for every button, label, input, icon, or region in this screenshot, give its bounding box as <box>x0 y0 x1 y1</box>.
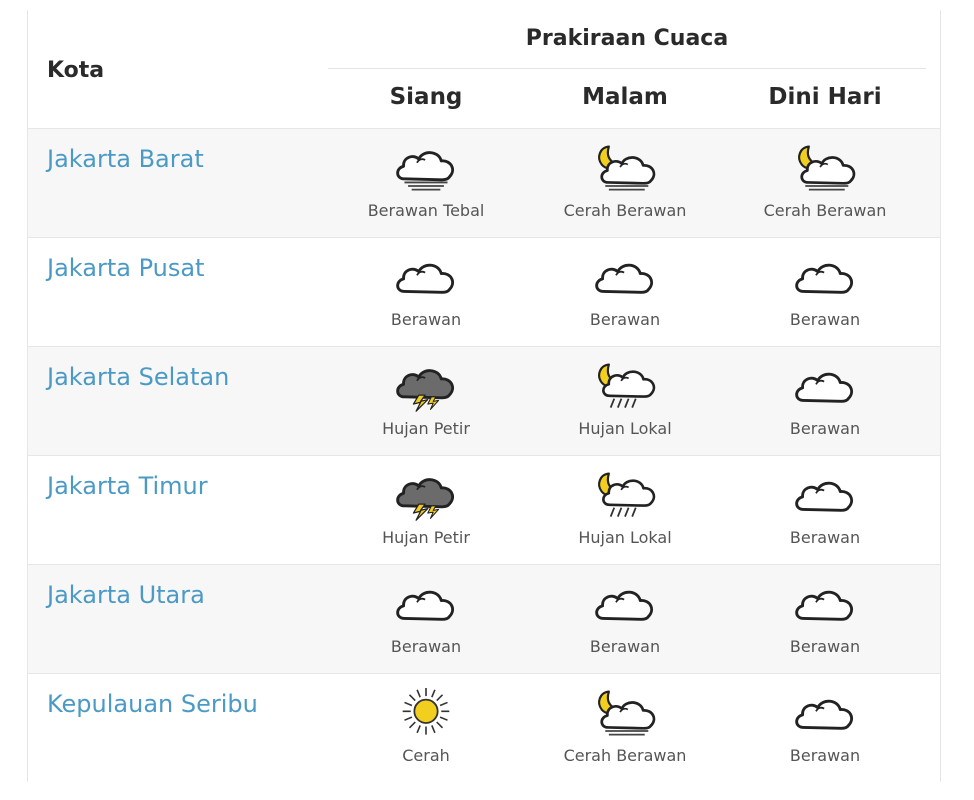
cloud-icon <box>396 590 454 621</box>
condition-label: Hujan Petir <box>382 528 470 547</box>
city-link[interactable]: Jakarta Timur <box>47 472 208 500</box>
forecast-cell: Berawan <box>525 565 725 673</box>
forecast-cell: Berawan <box>725 347 925 455</box>
city-link[interactable]: Jakarta Barat <box>47 145 204 173</box>
condition-label: Cerah Berawan <box>563 746 687 765</box>
city-column-header: Kota <box>47 58 105 83</box>
forecast-cell: Hujan Lokal <box>525 456 725 564</box>
forecast-cell: Cerah Berawan <box>525 129 725 237</box>
condition-label: Hujan Petir <box>382 419 470 438</box>
moon-cloud-icon <box>598 145 656 191</box>
forecast-cell: Berawan <box>725 674 925 782</box>
forecast-cell: Cerah <box>326 674 526 782</box>
forecast-cell: Cerah Berawan <box>725 129 925 237</box>
condition-label: Berawan <box>589 310 661 329</box>
sun-icon <box>402 688 450 735</box>
forecast-cell: Berawan <box>326 565 526 673</box>
table-row: Kepulauan Seribu Cerah Cerah Berawan Berawa… <box>28 673 940 782</box>
thunderstorm-icon <box>396 369 454 412</box>
forecast-cell: Berawan <box>725 456 925 564</box>
cloud-icon <box>595 263 653 294</box>
condition-label: Cerah Berawan <box>563 201 687 220</box>
forecast-cell: Berawan <box>525 238 725 346</box>
header-divider <box>328 68 926 69</box>
condition-label: Berawan <box>390 637 462 656</box>
condition-label: Berawan <box>789 746 861 765</box>
weather-forecast-table: Kota Prakiraan Cuaca Siang Malam Dini Ha… <box>27 10 941 782</box>
cloud-icon <box>795 699 853 730</box>
table-row: Jakarta Pusat Berawan Berawan Berawan <box>28 237 940 346</box>
condition-label: Berawan <box>789 310 861 329</box>
moon-cloud-icon <box>598 690 656 736</box>
cloud-icon <box>795 481 853 512</box>
forecast-cell: Berawan <box>725 238 925 346</box>
table-header: Kota Prakiraan Cuaca Siang Malam Dini Ha… <box>28 10 940 129</box>
condition-label: Berawan <box>789 419 861 438</box>
period-header-dini-hari: Dini Hari <box>768 84 882 110</box>
forecast-cell: Berawan Tebal <box>326 129 526 237</box>
forecast-cell: Hujan Lokal <box>525 347 725 455</box>
moon-cloud-icon <box>798 145 856 191</box>
forecast-cell: Hujan Petir <box>326 347 526 455</box>
condition-label: Berawan <box>789 528 861 547</box>
condition-label: Berawan Tebal <box>367 201 485 220</box>
cloud-icon <box>795 263 853 294</box>
condition-label: Hujan Lokal <box>578 528 672 547</box>
forecast-cell: Berawan <box>326 238 526 346</box>
condition-label: Berawan <box>390 310 462 329</box>
cloud-icon <box>795 590 853 621</box>
condition-label: Cerah <box>402 746 450 765</box>
table-row: Jakarta Barat Berawan Tebal Cerah Berawan C… <box>28 128 940 237</box>
moon-rain-icon <box>598 472 656 517</box>
city-link[interactable]: Jakarta Utara <box>47 581 205 609</box>
period-header-siang: Siang <box>389 84 463 110</box>
condition-label: Berawan <box>589 637 661 656</box>
forecast-group-header: Prakiraan Cuaca <box>525 26 729 51</box>
forecast-cell: Hujan Petir <box>326 456 526 564</box>
table-row: Jakarta Utara Berawan Berawan Berawan <box>28 564 940 673</box>
forecast-cell: Cerah Berawan <box>525 674 725 782</box>
thick-cloud-icon <box>396 151 454 191</box>
cloud-icon <box>795 372 853 403</box>
city-link[interactable]: Jakarta Pusat <box>47 254 204 282</box>
condition-label: Hujan Lokal <box>578 419 672 438</box>
table-row: Jakarta Timur Hujan Petir Hujan Lokal Beraw… <box>28 455 940 564</box>
city-link[interactable]: Jakarta Selatan <box>47 363 229 391</box>
cloud-icon <box>595 590 653 621</box>
forecast-cell: Berawan <box>725 565 925 673</box>
condition-label: Berawan <box>789 637 861 656</box>
city-link[interactable]: Kepulauan Seribu <box>47 690 258 718</box>
table-row: Jakarta Selatan Hujan Petir Hujan Lokal Ber… <box>28 346 940 455</box>
condition-label: Cerah Berawan <box>763 201 887 220</box>
thunderstorm-icon <box>396 478 454 521</box>
moon-rain-icon <box>598 363 656 408</box>
period-header-malam: Malam <box>582 84 668 110</box>
cloud-icon <box>396 263 454 294</box>
